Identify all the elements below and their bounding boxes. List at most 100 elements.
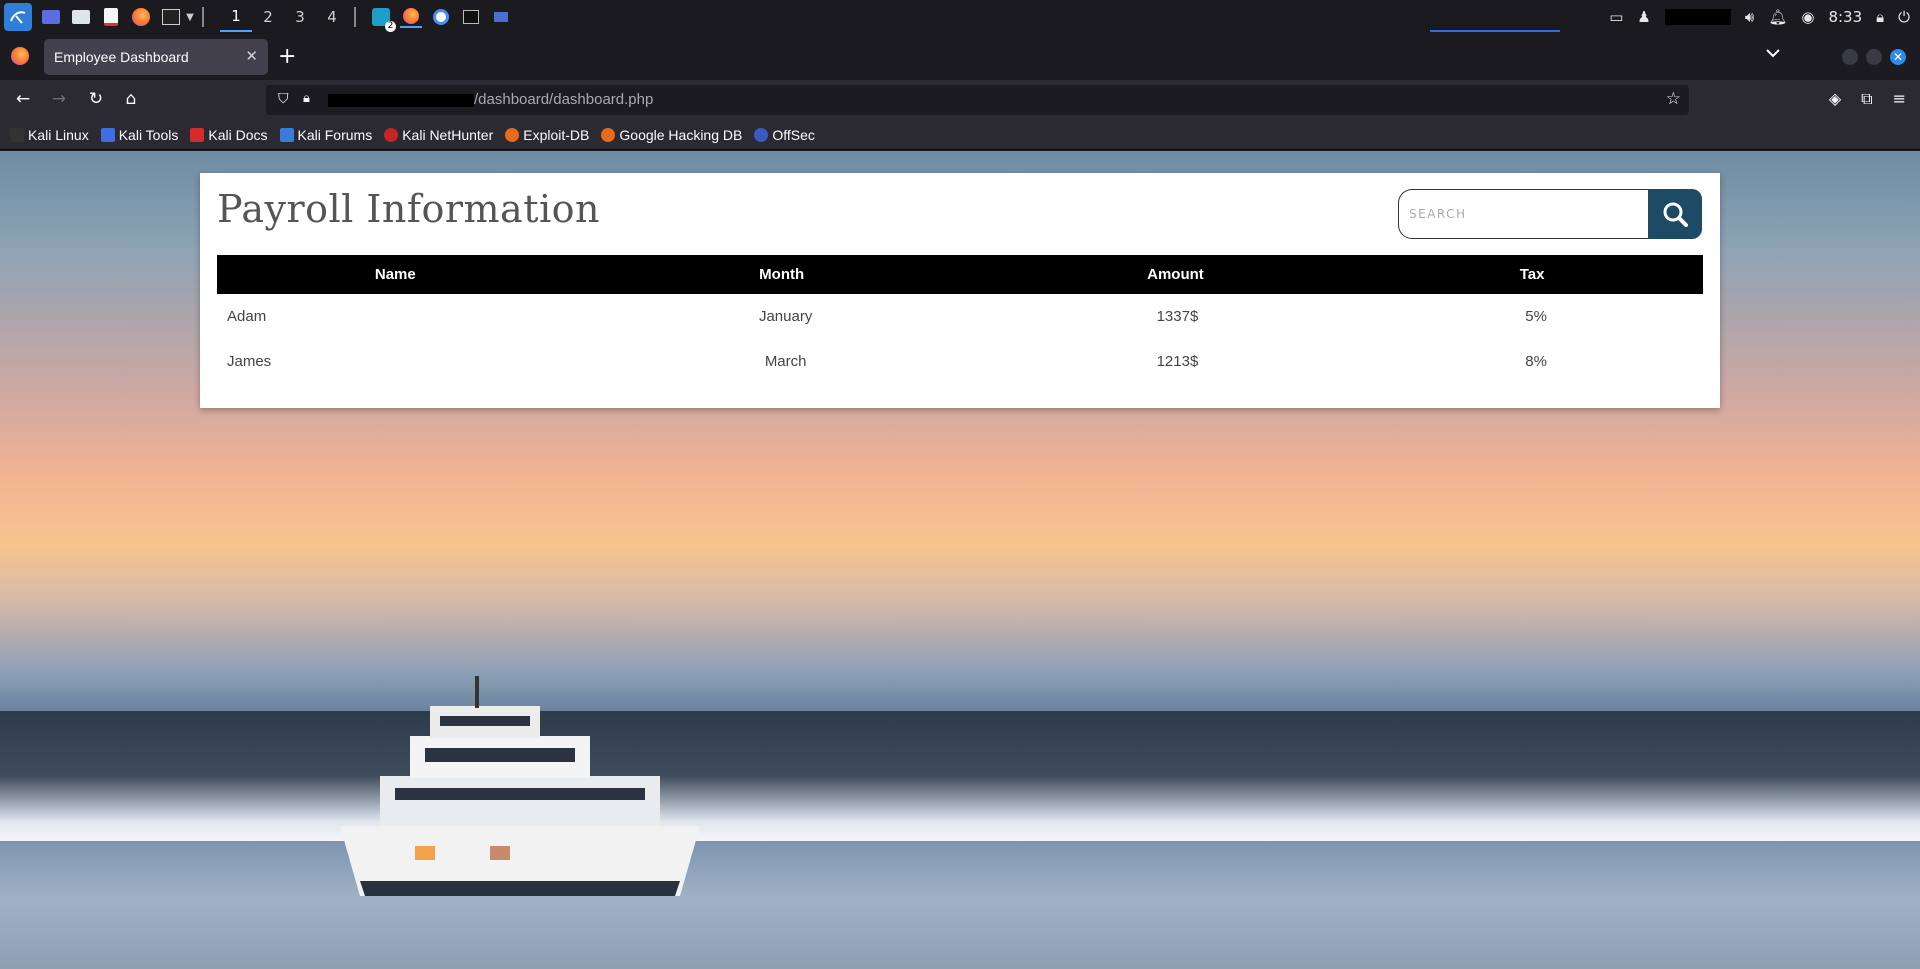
- workspace-2[interactable]: 2: [252, 2, 284, 32]
- kali-tools-icon: [100, 127, 115, 142]
- redacted-area: [1664, 9, 1731, 25]
- search-input[interactable]: [1398, 189, 1650, 239]
- column-header-name: Name: [374, 266, 416, 283]
- bookmark-exploit-db[interactable]: Exploit-DB: [505, 127, 589, 143]
- column-header-tax: Tax: [1519, 266, 1545, 283]
- bookmarks-toolbar: Kali Linux Kali Tools Kali Docs Kali For…: [0, 120, 1920, 150]
- cell-name: Adam: [227, 308, 267, 325]
- maximize-button[interactable]: [1866, 49, 1882, 65]
- reload-button[interactable]: ↻: [85, 89, 107, 109]
- bookmark-kali-docs[interactable]: Kali Docs: [190, 127, 268, 143]
- column-header-month: Month: [759, 266, 805, 283]
- url-path: /dashboard/dashboard.php: [474, 91, 654, 108]
- cell-tax: 5%: [1525, 308, 1547, 325]
- tab-employee-dashboard[interactable]: Employee Dashboard ✕: [44, 39, 268, 75]
- exploit-db-icon: [505, 127, 520, 142]
- tracking-protection-icon[interactable]: ⛉: [278, 91, 289, 107]
- workspace-3[interactable]: 3: [284, 2, 316, 32]
- lock-icon[interactable]: 🔒︎: [1876, 8, 1884, 26]
- bookmark-offsec[interactable]: OffSec: [754, 127, 815, 143]
- minimize-button[interactable]: [1842, 49, 1858, 65]
- cell-tax: 8%: [1525, 353, 1547, 370]
- kali-icon: [10, 127, 24, 142]
- kali-forums-icon: [279, 127, 294, 142]
- payroll-card: Payroll Information Name Month Amount Ta…: [200, 173, 1720, 408]
- firefox-window-icon[interactable]: [400, 6, 422, 28]
- terminal-window-icon[interactable]: [460, 6, 482, 28]
- search-button[interactable]: [1648, 189, 1702, 239]
- power-manager-icon[interactable]: ◉: [1801, 8, 1814, 26]
- bookmark-google-hacking-db[interactable]: Google Hacking DB: [601, 127, 742, 143]
- toolbar-actions: ◈ ⧉ ≡: [1829, 89, 1906, 109]
- cell-name: James: [227, 353, 272, 370]
- close-tab-icon[interactable]: ✕: [245, 47, 258, 65]
- browser-tab-strip: Employee Dashboard ✕ + ✕: [0, 34, 1920, 80]
- navigation-bar: ← → ↻ ⌂ ⛉ 🔒︎ /dashboard/dashboard.php ☆ …: [0, 80, 1920, 120]
- bookmark-star-icon[interactable]: ☆: [1666, 89, 1681, 109]
- nethunter-icon: [384, 127, 399, 142]
- ferry-image: [340, 676, 700, 896]
- divider: [354, 7, 356, 27]
- workspace-1[interactable]: 1: [220, 2, 252, 32]
- volume-icon[interactable]: 🔊︎: [1745, 8, 1754, 26]
- table-header-row: Name Month Amount Tax: [217, 255, 1703, 294]
- close-window-button[interactable]: ✕: [1890, 49, 1906, 65]
- tab-title: Employee Dashboard: [54, 49, 189, 65]
- workspace-switcher: 1 2 3 4: [220, 2, 348, 32]
- kali-menu-icon[interactable]: [4, 3, 32, 31]
- desktop-icon[interactable]: [40, 6, 62, 28]
- user-icon[interactable]: ♟: [1637, 8, 1650, 26]
- redacted-host: [328, 94, 474, 107]
- text-editor-icon[interactable]: [100, 6, 122, 28]
- files-icon[interactable]: [70, 6, 92, 28]
- background-water: [0, 841, 1920, 969]
- extensions-icon[interactable]: ⧉: [1861, 89, 1872, 109]
- menu-icon[interactable]: ≡: [1893, 89, 1906, 109]
- table-row: Adam January 1337$ 5%: [217, 294, 1703, 339]
- firefox-view-icon[interactable]: [11, 47, 29, 65]
- firefox-icon[interactable]: [130, 6, 152, 28]
- back-button[interactable]: ←: [12, 89, 34, 109]
- page-title: Payroll Information: [217, 187, 600, 231]
- search-icon: [1663, 202, 1688, 227]
- window-icon[interactable]: [490, 6, 512, 28]
- column-header-amount: Amount: [1147, 266, 1204, 283]
- app-window-icon[interactable]: 2: [370, 6, 396, 32]
- browser-window-icon[interactable]: [430, 6, 452, 28]
- cell-amount: 1337$: [1156, 308, 1199, 325]
- offsec-icon: [754, 127, 769, 142]
- bookmark-kali-nethunter[interactable]: Kali NetHunter: [384, 127, 493, 143]
- power-icon[interactable]: ⏻: [1898, 8, 1910, 26]
- chevron-down-icon[interactable]: ▼: [184, 6, 196, 28]
- page-viewport: Payroll Information Name Month Amount Ta…: [0, 151, 1920, 969]
- terminal-icon[interactable]: [160, 6, 182, 28]
- system-tray: ▭ ♟ 🔊︎ 🔔︎ ◉ 8:33 🔒︎ ⏻: [1609, 0, 1910, 34]
- forward-button[interactable]: →: [48, 89, 70, 109]
- cell-amount: 1213$: [1156, 353, 1199, 370]
- ghdb-icon: [601, 127, 616, 142]
- tab-list-chevron-icon[interactable]: [1766, 46, 1780, 62]
- network-graph: [1430, 24, 1560, 32]
- divider: [202, 7, 204, 27]
- display-icon[interactable]: ▭: [1609, 8, 1623, 26]
- table-row: James March 1213$ 8%: [217, 339, 1703, 384]
- cell-month: March: [764, 353, 807, 370]
- address-bar[interactable]: ⛉ 🔒︎ /dashboard/dashboard.php ☆: [266, 85, 1689, 115]
- site-lock-icon[interactable]: 🔒︎: [303, 91, 310, 106]
- bookmark-kali-tools[interactable]: Kali Tools: [100, 127, 178, 143]
- bookmark-kali-linux[interactable]: Kali Linux: [10, 127, 89, 143]
- search-form: [1398, 189, 1702, 239]
- system-taskbar: ▼ 1 2 3 4 2 ▭ ♟ 🔊︎ 🔔︎ ◉ 8:33 🔒︎ ⏻: [0, 0, 1920, 34]
- workspace-4[interactable]: 4: [316, 2, 348, 32]
- kali-docs-icon: [190, 127, 205, 142]
- bell-icon[interactable]: 🔔︎: [1768, 8, 1787, 26]
- payroll-table: Name Month Amount Tax Adam January 1337$…: [217, 255, 1703, 384]
- clock[interactable]: 8:33: [1828, 8, 1862, 26]
- window-count-badge: 2: [385, 21, 396, 32]
- bookmark-kali-forums[interactable]: Kali Forums: [279, 127, 372, 143]
- cell-month: January: [758, 308, 813, 325]
- background-shoreline: [0, 711, 1920, 841]
- pocket-icon[interactable]: ◈: [1829, 89, 1841, 109]
- home-button[interactable]: ⌂: [120, 89, 142, 109]
- new-tab-button[interactable]: +: [278, 44, 296, 69]
